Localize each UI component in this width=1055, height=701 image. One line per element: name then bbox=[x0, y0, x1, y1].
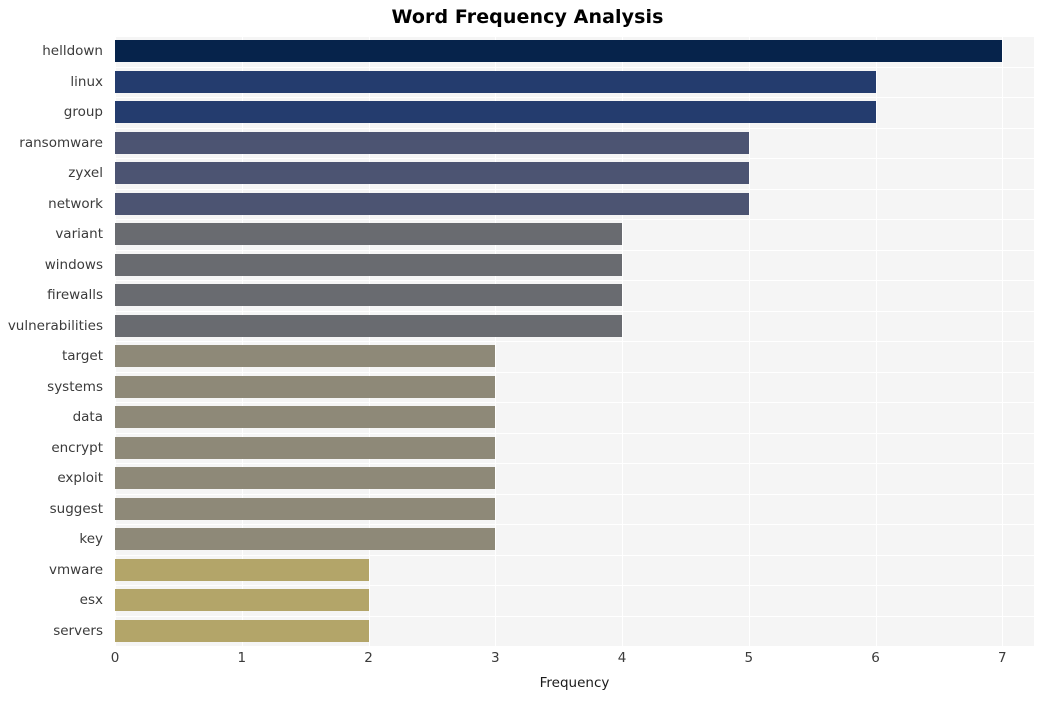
y-axis-tick-label: servers bbox=[53, 622, 103, 639]
x-axis-title: Frequency bbox=[539, 675, 610, 691]
bar bbox=[115, 131, 749, 154]
y-axis-tick-label: group bbox=[63, 104, 103, 121]
bars-container bbox=[115, 36, 1034, 646]
x-axis-tick-label: 3 bbox=[490, 650, 500, 666]
y-axis-tick-label: variant bbox=[55, 226, 103, 243]
x-axis-tick-label: 6 bbox=[871, 650, 880, 666]
bar bbox=[115, 40, 1003, 63]
y-axis-tick-label: data bbox=[72, 409, 103, 426]
y-axis-tick-label: systems bbox=[47, 378, 103, 395]
y-axis-tick-label: firewalls bbox=[47, 287, 103, 304]
x-axis-ticks: 0 1 2 3 4 5 6 7 bbox=[111, 650, 1034, 672]
bar bbox=[115, 253, 623, 276]
x-axis-tick-label: 2 bbox=[364, 650, 373, 666]
bar bbox=[115, 284, 623, 307]
bar bbox=[115, 497, 496, 520]
y-axis-tick-label: windows bbox=[44, 256, 103, 273]
bar bbox=[115, 345, 496, 368]
chart-title: Word Frequency Analysis bbox=[391, 6, 664, 28]
y-axis-tick-label: zyxel bbox=[68, 165, 103, 182]
bar bbox=[115, 436, 496, 459]
bar bbox=[115, 589, 369, 612]
y-axis-tick-label: esx bbox=[79, 592, 103, 609]
y-axis-tick-label: helldown bbox=[42, 43, 103, 60]
y-axis-tick-label: exploit bbox=[57, 470, 103, 487]
y-axis-tick-label: network bbox=[48, 195, 103, 212]
x-axis-tick-label: 4 bbox=[617, 650, 627, 666]
bar bbox=[115, 101, 876, 124]
bar bbox=[115, 223, 623, 246]
bar bbox=[115, 406, 496, 429]
word-frequency-chart: Word Frequency Analysis helldown linux gro… bbox=[0, 0, 1055, 701]
x-axis-tick-label: 1 bbox=[237, 650, 247, 666]
y-axis-tick-label: key bbox=[79, 531, 103, 548]
x-axis-tick-label: 5 bbox=[744, 650, 754, 666]
y-axis-tick-label: target bbox=[61, 348, 103, 365]
plot-area bbox=[115, 36, 1034, 647]
bar bbox=[115, 192, 749, 215]
y-axis-tick-label: ransomware bbox=[19, 134, 103, 151]
y-axis-tick-label: linux bbox=[70, 73, 103, 90]
gridline-horizontal bbox=[115, 646, 1034, 647]
bar bbox=[115, 467, 496, 490]
bar bbox=[115, 619, 369, 642]
x-axis-tick-label: 7 bbox=[998, 650, 1007, 666]
y-axis-tick-label: vmware bbox=[48, 561, 103, 578]
bar bbox=[115, 558, 369, 581]
y-axis-labels: helldown linux group ransomware zyxel network… bbox=[0, 36, 110, 646]
bar bbox=[115, 375, 496, 398]
bar bbox=[115, 70, 876, 93]
y-axis-tick-label: suggest bbox=[49, 500, 103, 517]
y-axis-tick-label: vulnerabilities bbox=[7, 317, 103, 334]
x-axis-tick-label: 0 bbox=[110, 650, 120, 666]
bar bbox=[115, 314, 623, 337]
bar bbox=[115, 528, 496, 551]
bar bbox=[115, 162, 749, 185]
y-axis-tick-label: encrypt bbox=[51, 439, 103, 456]
